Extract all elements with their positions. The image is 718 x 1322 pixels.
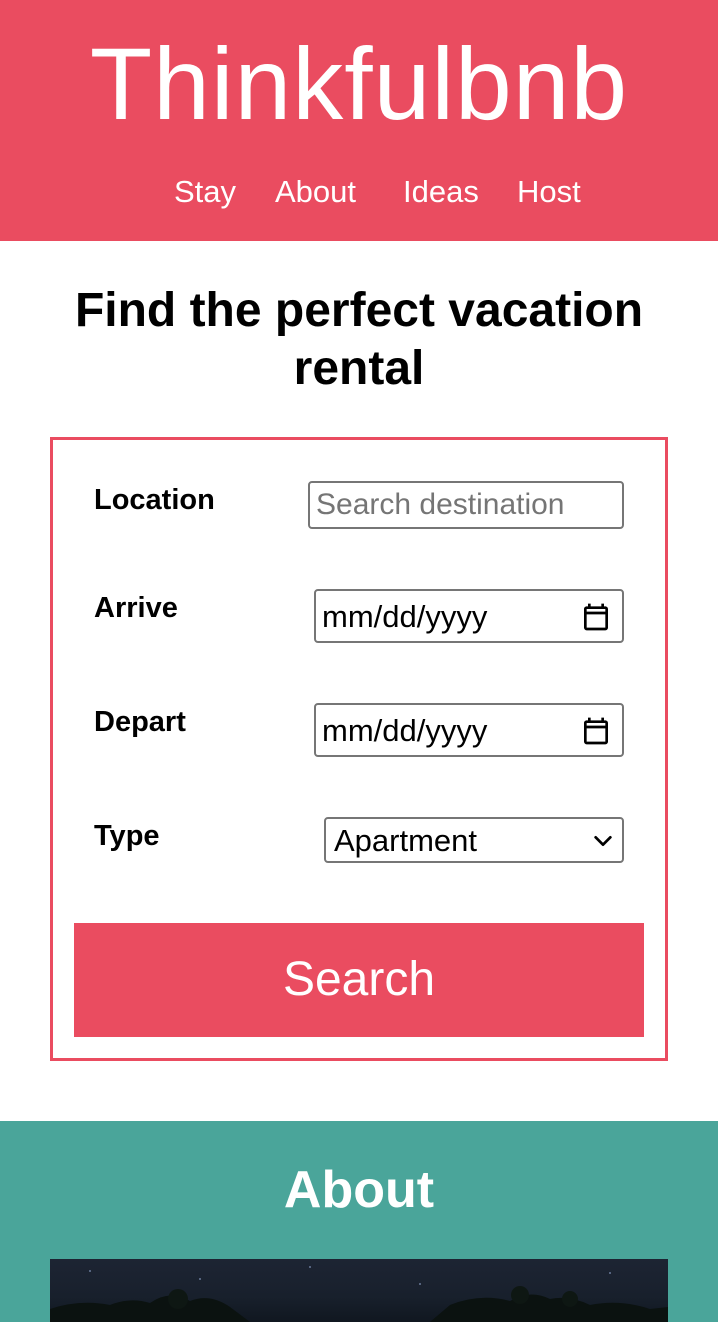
about-section: About [0, 1121, 718, 1322]
location-input[interactable] [308, 481, 624, 529]
type-label: Type [94, 820, 160, 852]
calendar-icon[interactable] [580, 715, 612, 747]
night-trees-illustration [50, 1266, 668, 1322]
arrive-label: Arrive [94, 592, 178, 624]
depart-date-input[interactable]: mm/dd/yyyy [314, 703, 624, 757]
arrive-date-value: mm/dd/yyyy [322, 599, 488, 634]
site-header: Thinkfulbnb Stay About Ideas Host [0, 0, 718, 241]
about-title: About [283, 1161, 435, 1219]
depart-date-value: mm/dd/yyyy [322, 713, 488, 748]
search-button[interactable]: Search [74, 923, 644, 1037]
type-select[interactable]: Apartment [324, 817, 624, 863]
arrive-date-input[interactable]: mm/dd/yyyy [314, 589, 624, 643]
main-nav: Stay About Ideas Host [0, 170, 718, 216]
type-select-value: Apartment [334, 823, 478, 858]
nav-link-about[interactable]: About [275, 170, 356, 214]
chevron-down-icon [594, 835, 612, 847]
page-headline: Find the perfect vacation rental [74, 284, 644, 395]
nav-link-stay[interactable]: Stay [174, 170, 236, 214]
nav-link-host[interactable]: Host [517, 170, 581, 214]
depart-label: Depart [94, 706, 186, 738]
calendar-icon[interactable] [580, 601, 612, 633]
nav-link-ideas[interactable]: Ideas [403, 170, 479, 214]
location-label: Location [94, 484, 215, 516]
about-image [50, 1259, 668, 1322]
brand-title: Thinkfulbnb [89, 27, 629, 141]
